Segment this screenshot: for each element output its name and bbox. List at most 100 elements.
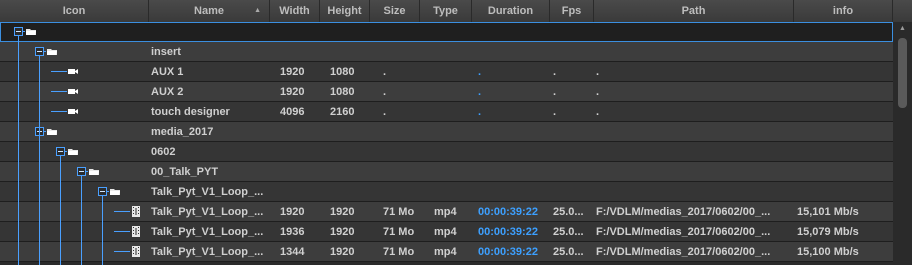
column-header-type[interactable]: Type xyxy=(420,0,472,22)
tree-row-folder[interactable] xyxy=(0,22,893,42)
tree-row-media[interactable]: Talk_Pyt_V1_Loop_... 1344 1920 71 Mo mp4 00:0… xyxy=(0,242,893,262)
cell-width xyxy=(280,142,320,161)
column-header-name-label: Name xyxy=(194,5,224,17)
cell-info xyxy=(797,182,887,201)
cell-info xyxy=(797,42,887,61)
cell-height xyxy=(330,162,370,181)
collapse-toggle-icon[interactable] xyxy=(98,187,107,196)
cell-type: mp4 xyxy=(434,206,457,218)
tree-row-camera[interactable]: AUX 2 1920 1080.... xyxy=(0,82,893,102)
cell-name xyxy=(151,22,269,41)
cell-height xyxy=(330,182,370,201)
cell-fps xyxy=(553,162,589,181)
column-header-path[interactable]: Path xyxy=(594,0,794,22)
cell-duration xyxy=(478,142,548,161)
tree-row-camera[interactable]: touch designer 4096 2160.... xyxy=(0,102,893,122)
cell-width xyxy=(280,42,320,61)
column-header-width[interactable]: Width xyxy=(270,0,320,22)
cell-info: 15,101 Mb/s xyxy=(797,206,859,218)
cell-path: . xyxy=(596,86,600,98)
tree-row-folder[interactable]: 00_Talk_PYT xyxy=(0,162,893,182)
cell-height xyxy=(330,42,370,61)
column-header-size[interactable]: Size xyxy=(370,0,420,22)
tree-connector-line xyxy=(65,151,67,152)
cell-path xyxy=(596,142,790,161)
cell-width: 1920 xyxy=(280,66,305,78)
cell-duration: 00:00:39:22 xyxy=(478,226,538,238)
collapse-toggle-icon[interactable] xyxy=(77,167,86,176)
cell-width: 1344 xyxy=(280,246,305,258)
cell-height xyxy=(330,122,370,141)
cell-info xyxy=(797,102,887,121)
cell-size: 71 Mo xyxy=(383,226,415,238)
cell-duration: . xyxy=(478,106,482,118)
tree-connector-line xyxy=(114,231,130,232)
cell-type xyxy=(434,122,474,141)
cell-width: 1920 xyxy=(280,206,305,218)
cell-height: 2160 xyxy=(330,106,355,118)
tree-row-camera[interactable]: AUX 1 1920 1080.... xyxy=(0,62,893,82)
scroll-up-arrow-icon[interactable]: ▲ xyxy=(893,22,912,36)
cell-info: 15,100 Mb/s xyxy=(797,246,859,258)
collapse-toggle-icon[interactable] xyxy=(35,47,44,56)
tree-connector-line xyxy=(44,131,46,132)
tree-connector-line xyxy=(23,31,25,32)
cell-info xyxy=(797,142,887,161)
cell-path xyxy=(596,42,790,61)
cell-name: 0602 xyxy=(151,146,176,158)
scrollbar-thumb[interactable] xyxy=(898,38,907,108)
cell-size: 71 Mo xyxy=(383,206,415,218)
cell-duration xyxy=(478,42,548,61)
tree-row-folder[interactable]: Talk_Pyt_V1_Loop_... xyxy=(0,182,893,202)
cell-fps xyxy=(553,22,589,41)
cell-width xyxy=(280,122,320,141)
column-header-duration[interactable]: Duration xyxy=(472,0,550,22)
film-icon xyxy=(132,246,140,257)
cell-size xyxy=(383,22,423,41)
tree-connector-line xyxy=(44,51,46,52)
tree-guide-line xyxy=(39,56,40,265)
cell-type xyxy=(434,182,474,201)
tree-row-media[interactable]: Talk_Pyt_V1_Loop_... 1920 1920 71 Mo mp4 00:0… xyxy=(0,202,893,222)
tree-connector-line xyxy=(51,91,67,92)
cell-height: 1920 xyxy=(330,226,355,238)
folder-icon xyxy=(26,29,36,35)
vertical-scrollbar[interactable]: ▲ xyxy=(893,22,912,265)
cell-type xyxy=(434,162,474,181)
cell-duration: 00:00:39:22 xyxy=(478,206,538,218)
cell-fps: 25.0... xyxy=(553,246,584,258)
cell-width: 1936 xyxy=(280,226,305,238)
tree-guide-line xyxy=(81,176,82,265)
folder-icon xyxy=(110,189,120,195)
cell-size xyxy=(383,42,423,61)
cell-height xyxy=(330,22,370,41)
cell-width xyxy=(280,162,320,181)
tree-row-media[interactable]: Talk_Pyt_V1_Loop_... 1936 1920 71 Mo mp4 00:0… xyxy=(0,222,893,242)
tree-guide-line xyxy=(18,36,19,265)
cell-height xyxy=(330,142,370,161)
tree-row-folder[interactable]: 0602 xyxy=(0,142,893,162)
column-header-height[interactable]: Height xyxy=(320,0,370,22)
media-tree-view: Icon Name ▲ Width Height Size Type Durati… xyxy=(0,0,912,265)
cell-size xyxy=(383,122,423,141)
column-header-path-label: Path xyxy=(681,5,706,17)
tree-row-folder[interactable]: media_2017 xyxy=(0,122,893,142)
collapse-toggle-icon[interactable] xyxy=(14,27,23,36)
cell-height: 1920 xyxy=(330,246,355,258)
cell-duration xyxy=(478,122,548,141)
column-header-fps[interactable]: Fps xyxy=(550,0,594,22)
column-header-name[interactable]: Name ▲ xyxy=(149,0,270,22)
cell-size xyxy=(383,182,423,201)
cell-path: F:/VDLM/medias_2017/0602/00_... xyxy=(596,246,771,258)
column-header-height-label: Height xyxy=(327,5,362,17)
cell-name: Talk_Pyt_V1_Loop_... xyxy=(151,226,264,238)
cell-info xyxy=(797,122,887,141)
tree-guide-line xyxy=(60,156,61,265)
cell-type xyxy=(434,62,474,81)
column-header-icon[interactable]: Icon xyxy=(0,0,149,22)
tree-row-folder[interactable]: insert xyxy=(0,42,893,62)
tree-connector-line xyxy=(86,171,88,172)
collapse-toggle-icon[interactable] xyxy=(56,147,65,156)
column-header-width-label: Width xyxy=(279,5,310,17)
column-header-info[interactable]: info xyxy=(794,0,893,22)
